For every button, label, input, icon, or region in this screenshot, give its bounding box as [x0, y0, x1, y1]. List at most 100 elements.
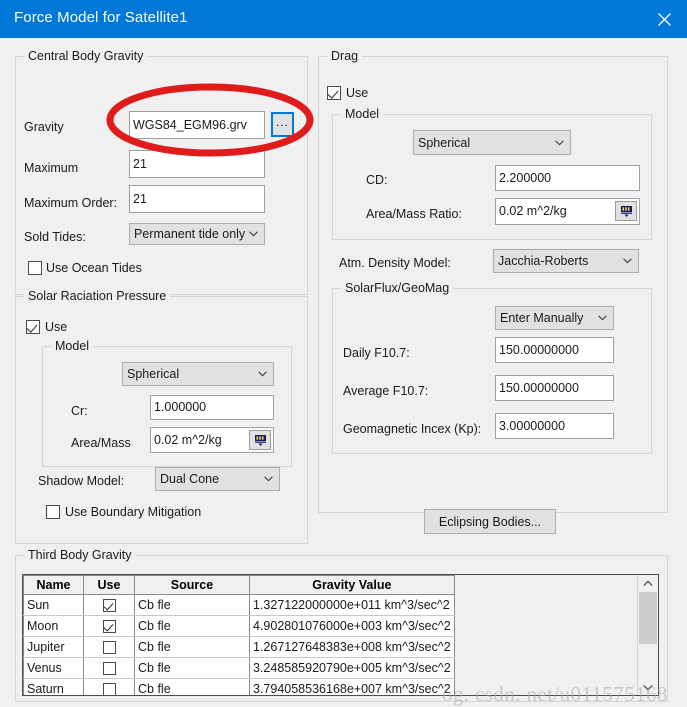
dialog-body: Central Body Gravity Gravity WGS84_EGM96…	[0, 38, 687, 706]
cell-source: Cb fle	[134, 678, 250, 695]
solid-tides-value: Permanent tide only	[134, 227, 246, 241]
shadow-model-combo[interactable]: Dual Cone	[155, 467, 280, 491]
atm-density-model-value: Jacchia-Roberts	[498, 254, 589, 268]
maximum-degree-input[interactable]: 21	[129, 150, 265, 178]
gravity-file-input[interactable]: WGS84_EGM96.grv	[129, 111, 265, 139]
group-central-body-gravity: Central Body Gravity Gravity WGS84_EGM96…	[15, 49, 308, 295]
maximum-order-label: Maximum Order:	[24, 196, 118, 210]
maximum-degree-value: 21	[133, 156, 147, 171]
row-use-checkbox[interactable]	[102, 599, 116, 613]
cell-gravity-value: 4.902801076000e+003 km^3/sec^2	[249, 615, 455, 637]
column-header-name[interactable]: Name	[23, 575, 84, 595]
third-body-gravity-table-wrapper: Name Use Source Gravity Value Sun Cb fle 1…	[22, 574, 659, 696]
group-title-drag: Drag	[327, 49, 363, 63]
daily-f107-value: 150.00000000	[499, 342, 579, 357]
drag-area-mass-unit-button[interactable]	[615, 201, 637, 221]
title-bar: Force Model for Satellite1	[0, 0, 687, 38]
cell-use[interactable]	[83, 657, 135, 679]
drag-use-checkbox[interactable]	[327, 86, 341, 100]
table-row[interactable]: Saturn Cb fle 3.794058536168e+007 km^3/sec…	[23, 678, 455, 695]
scrollbar-thumb[interactable]	[639, 592, 657, 644]
daily-f107-input[interactable]: 150.00000000	[495, 337, 614, 363]
use-ocean-tides-checkbox[interactable]	[28, 261, 42, 275]
srp-use-checkbox[interactable]	[26, 320, 40, 334]
column-header-use[interactable]: Use	[83, 575, 135, 595]
cell-name: Sun	[23, 594, 84, 616]
table-row[interactable]: Sun Cb fle 1.327122000000e+011 km^3/sec^2	[23, 594, 455, 616]
group-solar-radiation-pressure: Solar Raciation Pressure Use Model Spher…	[15, 289, 308, 544]
group-title-solar-radiation-pressure: Solar Raciation Pressure	[24, 289, 171, 303]
row-use-checkbox[interactable]	[102, 620, 116, 634]
table-row[interactable]: Venus Cb fle 3.248585920790e+005 km^3/sec^…	[23, 657, 455, 679]
table-row[interactable]: Moon Cb fle 4.902801076000e+003 km^3/sec^2	[23, 615, 455, 637]
close-icon	[657, 12, 671, 26]
third-body-gravity-table-body: Sun Cb fle 1.327122000000e+011 km^3/sec^2 M…	[23, 594, 455, 695]
group-title-central-body-gravity: Central Body Gravity	[24, 49, 148, 63]
cell-use[interactable]	[83, 594, 135, 616]
group-title-drag-model: Model	[341, 107, 384, 121]
drag-model-combo[interactable]: Spherical	[413, 130, 571, 155]
row-use-checkbox[interactable]	[102, 641, 116, 655]
group-drag: Drag Use Model Spherical CD: 2.200000 Ar…	[318, 49, 668, 513]
cd-label: CD:	[366, 173, 388, 187]
row-use-checkbox[interactable]	[102, 683, 116, 695]
cell-use[interactable]	[83, 615, 135, 637]
group-third-body-gravity: Third Body Gravity Name Use Source Gravi…	[15, 548, 668, 702]
cell-source: Cb fle	[134, 594, 250, 616]
cr-input[interactable]: 1.000000	[150, 395, 274, 420]
table-row[interactable]: Jupiter Cb fle 1.267127648383e+008 km^3/se…	[23, 636, 455, 658]
third-body-table-scrollbar[interactable]	[637, 575, 658, 695]
group-title-third-body-gravity: Third Body Gravity	[24, 548, 136, 562]
cell-gravity-value: 3.248585920790e+005 km^3/sec^2	[249, 657, 455, 679]
average-f107-label: Average F10.7:	[343, 384, 429, 398]
chevron-down-icon	[256, 371, 269, 377]
solarflux-source-combo[interactable]: Enter Manually	[495, 306, 614, 330]
scroll-up-button[interactable]	[638, 575, 658, 591]
solid-tides-combo[interactable]: Permanent tide only	[129, 223, 265, 245]
cell-source: Cb fle	[134, 615, 250, 637]
drag-model-value: Spherical	[418, 135, 471, 150]
cell-name: Jupiter	[23, 636, 84, 658]
cr-label: Cr:	[71, 404, 88, 418]
drag-use-label: Use	[346, 86, 369, 100]
column-header-source[interactable]: Source	[134, 575, 250, 595]
cell-use[interactable]	[83, 678, 135, 695]
chevron-down-icon	[643, 684, 653, 691]
srp-model-combo[interactable]: Spherical	[122, 362, 274, 386]
boundary-mitigation-label: Use Boundary Mitigation	[65, 505, 202, 519]
gravity-file-value: WGS84_EGM96.grv	[133, 117, 247, 132]
average-f107-value: 150.00000000	[499, 380, 579, 395]
column-header-gravity[interactable]: Gravity Value	[249, 575, 455, 595]
shadow-model-label: Shadow Model:	[38, 474, 125, 488]
drag-area-mass-ratio-label: Area/Mass Ratio:	[366, 207, 462, 221]
chevron-down-icon	[247, 231, 260, 237]
shadow-model-value: Dual Cone	[160, 472, 220, 486]
atm-density-model-combo[interactable]: Jacchia-Roberts	[493, 249, 639, 273]
eclipsing-bodies-button[interactable]: Eclipsing Bodies...	[424, 509, 556, 534]
cell-source: Cb fle	[134, 657, 250, 679]
row-use-checkbox[interactable]	[102, 662, 116, 676]
geomagnetic-index-input[interactable]: 3.00000000	[495, 413, 614, 439]
boundary-mitigation-checkbox[interactable]	[46, 505, 60, 519]
cr-value: 1.000000	[154, 400, 207, 415]
daily-f107-label: Daily F10.7:	[343, 346, 410, 360]
cd-input[interactable]: 2.200000	[495, 165, 640, 191]
maximum-degree-label: Maximum	[24, 161, 79, 175]
chevron-down-icon	[553, 139, 566, 146]
table-header-row: Name Use Source Gravity Value	[23, 575, 455, 595]
srp-area-mass-unit-button[interactable]	[249, 430, 271, 450]
atm-density-model-label: Atm. Density Model:	[339, 256, 451, 270]
cell-use[interactable]	[83, 636, 135, 658]
cell-gravity-value: 1.327122000000e+011 km^3/sec^2	[249, 594, 455, 616]
maximum-order-input[interactable]: 21	[129, 185, 265, 213]
chevron-down-icon	[621, 258, 634, 264]
chevron-down-icon	[596, 315, 609, 321]
window-title: Force Model for Satellite1	[14, 9, 188, 26]
average-f107-input[interactable]: 150.00000000	[495, 375, 614, 401]
unit-selector-icon	[620, 205, 632, 217]
close-button[interactable]	[641, 0, 687, 38]
group-srp-model: Model Spherical Cr: 1.000000 Area/Mass 0…	[42, 339, 292, 467]
scroll-down-button[interactable]	[638, 679, 658, 695]
group-drag-model: Model Spherical CD: 2.200000 Area/Mass R…	[332, 107, 652, 240]
gravity-browse-button[interactable]: ...	[271, 112, 294, 137]
